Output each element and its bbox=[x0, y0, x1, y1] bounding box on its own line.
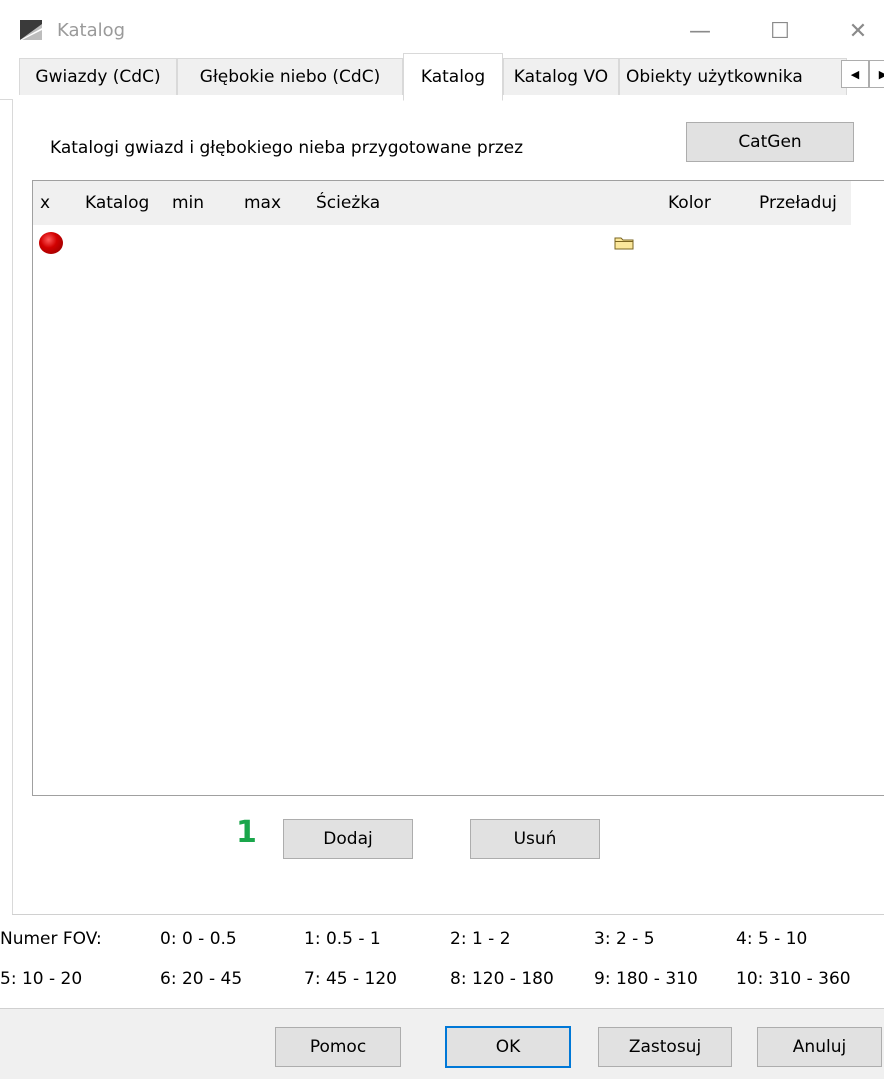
fov-range: 8: 120 - 180 bbox=[450, 969, 554, 989]
close-button[interactable]: ✕ bbox=[838, 14, 878, 48]
ok-button[interactable]: OK bbox=[445, 1026, 571, 1068]
title-bar bbox=[0, 0, 884, 60]
column-header-x: x bbox=[40, 193, 51, 213]
table-row[interactable] bbox=[33, 225, 851, 261]
help-button[interactable]: Pomoc bbox=[275, 1027, 401, 1067]
column-header-max: max bbox=[244, 193, 282, 213]
grid-header bbox=[33, 181, 851, 225]
status-dot-icon[interactable] bbox=[39, 232, 63, 254]
folder-icon[interactable] bbox=[614, 236, 634, 250]
catalog-grid[interactable] bbox=[32, 180, 884, 796]
fov-range: 6: 20 - 45 bbox=[160, 969, 243, 989]
step-marker: 1 bbox=[236, 815, 257, 850]
tab-deep-sky-cdc[interactable]: Głębokie niebo (CdC) bbox=[177, 58, 403, 95]
cancel-button[interactable]: Anuluj bbox=[757, 1027, 882, 1067]
apply-button[interactable]: Zastosuj bbox=[598, 1027, 732, 1067]
app-icon bbox=[20, 20, 42, 40]
fov-range: 10: 310 - 360 bbox=[736, 969, 851, 989]
fov-range: 9: 180 - 310 bbox=[594, 969, 698, 989]
column-header-path: Ścieżka bbox=[316, 193, 381, 213]
fov-label: Numer FOV: bbox=[0, 929, 102, 949]
column-header-catalog: Katalog bbox=[85, 193, 150, 213]
fov-range: 0: 0 - 0.5 bbox=[160, 929, 237, 949]
fov-range: 1: 0.5 - 1 bbox=[304, 929, 381, 949]
fov-range: 3: 2 - 5 bbox=[594, 929, 655, 949]
maximize-button[interactable]: ☐ bbox=[760, 14, 800, 48]
window-title: Katalog bbox=[57, 20, 126, 41]
tab-catalog[interactable]: Katalog bbox=[403, 53, 503, 101]
tab-scroll-right-icon[interactable]: ▶ bbox=[869, 60, 884, 88]
fov-range: 2: 1 - 2 bbox=[450, 929, 511, 949]
tab-catalog-vo[interactable]: Katalog VO bbox=[503, 58, 619, 95]
catgen-button[interactable]: CatGen bbox=[686, 122, 854, 162]
column-header-min: min bbox=[172, 193, 205, 213]
column-header-color: Kolor bbox=[668, 193, 711, 213]
tab-stars-cdc[interactable]: Gwiazdy (CdC) bbox=[19, 58, 177, 95]
tab-user-objects[interactable]: Obiekty użytkownika bbox=[619, 58, 847, 95]
fov-range: 4: 5 - 10 bbox=[736, 929, 808, 949]
remove-button[interactable]: Usuń bbox=[470, 819, 600, 859]
minimize-button[interactable]: — bbox=[680, 14, 720, 48]
fov-range: 5: 10 - 20 bbox=[0, 969, 83, 989]
tab-scroll-left-icon[interactable]: ◀ bbox=[841, 60, 869, 88]
catalog-description: Katalogi gwiazd i głębokiego nieba przyg… bbox=[50, 138, 524, 158]
column-header-reload: Przeładuj bbox=[759, 193, 837, 213]
dialog-footer bbox=[0, 1009, 884, 1079]
add-button[interactable]: Dodaj bbox=[283, 819, 413, 859]
fov-divider bbox=[12, 914, 884, 915]
fov-range: 7: 45 - 120 bbox=[304, 969, 397, 989]
